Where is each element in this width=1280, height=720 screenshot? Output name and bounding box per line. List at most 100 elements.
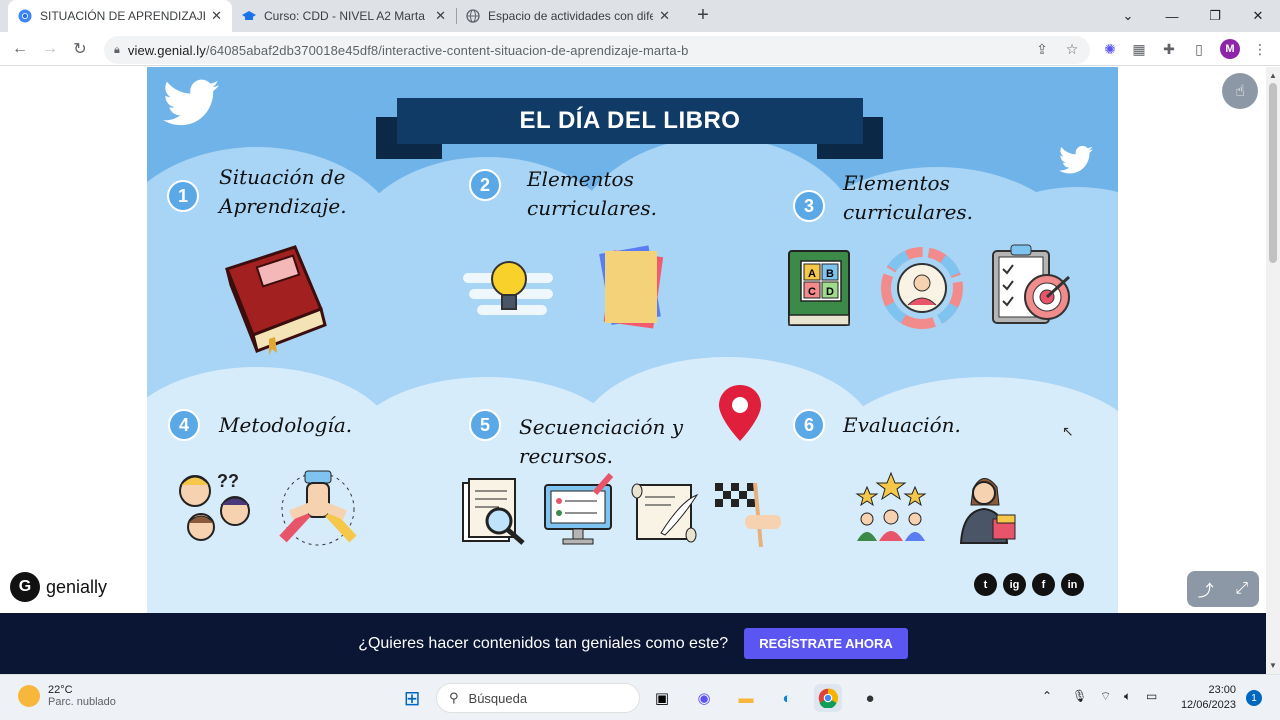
close-tab-icon[interactable]: ✕: [211, 8, 222, 24]
lightbulb-icon[interactable]: [463, 253, 559, 328]
abc-book-icon[interactable]: A B C D: [787, 249, 853, 334]
grid-extension-icon[interactable]: ▦: [1130, 40, 1148, 58]
share-fullscreen-controls: ⤴ ⤢: [1187, 571, 1259, 607]
clipboard-target-icon[interactable]: [989, 243, 1077, 332]
tab-search-icon[interactable]: ⌄: [1106, 0, 1150, 32]
section-label-4[interactable]: Metodología.: [219, 411, 352, 440]
extension-sparkle-icon[interactable]: ✺: [1101, 40, 1119, 58]
rating-stars-people-icon[interactable]: [853, 471, 929, 552]
page-scrollbar[interactable]: ▲ ▼: [1266, 67, 1280, 674]
abc-letter: D: [826, 286, 834, 298]
address-bar[interactable]: 🔒︎ view.genial.ly/64085abaf2db370018e45d…: [104, 36, 1090, 64]
thinking-children-icon[interactable]: ??: [173, 469, 257, 554]
section-number-4[interactable]: 4: [168, 409, 200, 441]
instagram-social-icon[interactable]: ig: [1003, 573, 1026, 596]
book-icon[interactable]: [217, 239, 329, 362]
share-icon[interactable]: ⤴: [1198, 577, 1214, 601]
close-tab-icon[interactable]: ✕: [659, 8, 670, 24]
weather-widget[interactable]: 22°C Parc. nublado: [18, 684, 116, 708]
colored-paper-stack-icon[interactable]: [591, 243, 671, 336]
section-label-2[interactable]: Elementos curriculares.: [527, 165, 657, 223]
map-pin-icon[interactable]: [717, 383, 763, 448]
forward-button[interactable]: →: [38, 37, 62, 61]
abc-letter: B: [826, 268, 834, 280]
facebook-social-icon[interactable]: f: [1032, 573, 1055, 596]
reload-button[interactable]: ↻: [68, 37, 92, 61]
profile-avatar[interactable]: M: [1220, 39, 1240, 59]
chrome-taskbar-icon[interactable]: [814, 684, 842, 712]
volume-icon[interactable]: 🔈︎: [1124, 689, 1131, 704]
finish-flag-icon[interactable]: [713, 481, 783, 556]
touch-hand-icon[interactable]: ☝: [1222, 73, 1258, 109]
teacher-icon[interactable]: [957, 471, 1019, 550]
side-panel-icon[interactable]: ▯: [1190, 40, 1208, 58]
section-number-5[interactable]: 5: [469, 409, 501, 441]
section-label-5[interactable]: Secuenciación y recursos.: [519, 413, 739, 471]
media-app-icon[interactable]: ●: [856, 684, 884, 712]
close-tab-icon[interactable]: ✕: [435, 8, 446, 24]
section-number-6[interactable]: 6: [793, 409, 825, 441]
scroll-down-arrow[interactable]: ▼: [1266, 661, 1280, 670]
section-label-6[interactable]: Evaluación.: [843, 411, 973, 440]
genially-slide: EL DÍA DEL LIBRO 1 Situación de Aprendiz…: [147, 67, 1118, 613]
linkedin-social-icon[interactable]: in: [1061, 573, 1084, 596]
genially-logo[interactable]: G genially: [10, 572, 107, 602]
system-clock[interactable]: 23:00 12/06/2023: [1172, 683, 1236, 713]
back-button[interactable]: ←: [8, 37, 32, 61]
scroll-up-arrow[interactable]: ▲: [1266, 71, 1280, 80]
twitter-bird-icon: [1059, 145, 1093, 180]
abc-letter: C: [808, 286, 816, 298]
task-view-icon[interactable]: ▣: [648, 684, 676, 712]
fullscreen-icon[interactable]: ⤢: [1235, 580, 1248, 598]
close-window-button[interactable]: ✕: [1236, 0, 1280, 32]
tab-espacio[interactable]: Espacio de actividades con difere ✕: [456, 0, 680, 32]
graduation-cap-icon: [242, 9, 256, 23]
section-number-2[interactable]: 2: [469, 169, 501, 201]
windows-start-icon[interactable]: ⊞: [398, 684, 426, 712]
section-label-1[interactable]: Situación de Aprendizaje.: [219, 163, 349, 221]
partly-cloudy-icon: [18, 685, 40, 707]
minimize-button[interactable]: —: [1150, 0, 1194, 32]
tab-title: Curso: CDD - NIVEL A2 Marta Bo: [264, 9, 430, 23]
hands-together-icon[interactable]: [277, 469, 359, 554]
globe-icon: [466, 9, 480, 23]
section-number-1[interactable]: 1: [167, 180, 199, 212]
scroll-thumb[interactable]: [1269, 83, 1277, 263]
document-magnifier-icon[interactable]: [459, 477, 529, 552]
tray-overflow-icon[interactable]: ⌃: [1042, 689, 1052, 703]
student-cycle-icon[interactable]: [881, 247, 963, 334]
new-tab-button[interactable]: +: [692, 4, 714, 27]
teams-chat-icon[interactable]: ◉: [690, 684, 718, 712]
tab-situacion[interactable]: SITUACIÓN DE APRENDIZAJE - M ✕: [8, 0, 232, 32]
chrome-icon: [18, 9, 32, 23]
abc-letter: A: [808, 268, 816, 280]
bookmark-star-icon[interactable]: ☆: [1063, 40, 1081, 58]
file-explorer-icon[interactable]: ▬: [732, 684, 760, 712]
wifi-icon[interactable]: ⌔: [1100, 689, 1111, 704]
browser-menu-icon[interactable]: ⋮: [1251, 40, 1269, 58]
register-button[interactable]: REGÍSTRATE AHORA: [744, 628, 908, 659]
notification-badge[interactable]: 1: [1246, 690, 1262, 706]
promo-text: ¿Quieres hacer contenidos tan geniales c…: [358, 634, 729, 652]
twitter-bird-icon: [163, 79, 219, 132]
puzzle-extensions-icon[interactable]: ✚: [1160, 40, 1178, 58]
lock-icon: 🔒︎: [114, 43, 120, 56]
taskbar-search[interactable]: ⚲ Búsqueda: [436, 683, 640, 713]
weather-temp: 22°C: [48, 684, 73, 696]
tab-title: Espacio de actividades con difere: [488, 9, 654, 23]
edge-icon[interactable]: ◐: [773, 684, 801, 712]
battery-icon[interactable]: ▭: [1146, 689, 1157, 703]
section-label-3[interactable]: Elementos curriculares.: [843, 169, 973, 227]
page-viewport: EL DÍA DEL LIBRO 1 Situación de Aprendiz…: [0, 67, 1266, 613]
scroll-quill-icon[interactable]: [631, 481, 701, 550]
section-number-3[interactable]: 3: [793, 190, 825, 222]
clock-time: 23:00: [1208, 684, 1236, 696]
online-exam-monitor-icon[interactable]: [543, 473, 615, 552]
url-text: view.genial.ly/64085abaf2db370018e45df8/…: [127, 42, 689, 58]
tab-curso[interactable]: Curso: CDD - NIVEL A2 Marta Bo ✕: [232, 0, 456, 32]
share-page-icon[interactable]: ⇪: [1033, 40, 1051, 58]
twitter-social-icon[interactable]: t: [974, 573, 997, 596]
microphone-icon[interactable]: 🎙︎: [1072, 689, 1087, 703]
restore-button[interactable]: ❐: [1193, 0, 1237, 32]
weather-desc: Parc. nublado: [48, 696, 116, 708]
